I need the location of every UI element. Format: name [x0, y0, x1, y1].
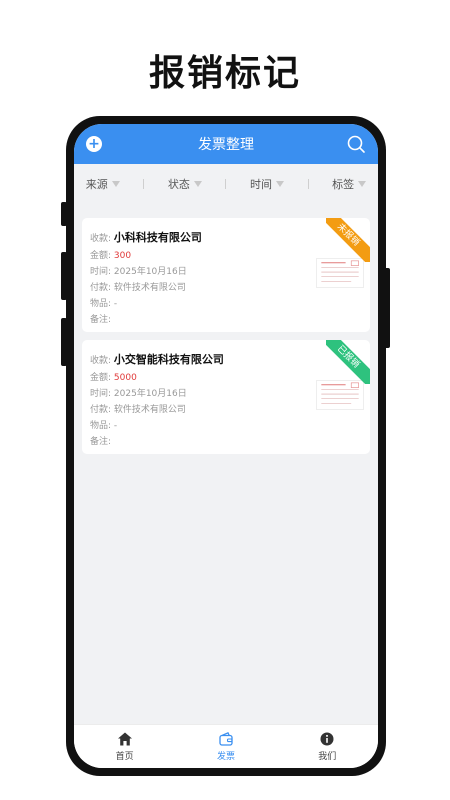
promo-title: 报销标记 [148, 53, 301, 94]
invoice-amount: 金额: 300 [90, 251, 132, 261]
status-ribbon: 未报销 [326, 218, 370, 262]
invoice-thumbnail[interactable] [316, 380, 364, 410]
triangle-down-icon [276, 181, 285, 187]
invoice-payee: 收款: 小科科技有限公司 [90, 231, 202, 244]
tab-invoice[interactable]: 发票 [186, 731, 266, 762]
invoice-card[interactable]: 收款: 小交智能科技有限公司 金额: 5000 时间: 2025年10月16日 … [82, 340, 370, 454]
tab-label: 我们 [318, 752, 337, 762]
status-badge: 未报销 [326, 218, 370, 262]
tab-label: 首页 [115, 752, 134, 762]
app-header: + 发票整理 [74, 124, 378, 164]
invoice-amount: 金额: 5000 [90, 373, 137, 383]
phone-frame: + 发票整理 来源 状态 时间 标签 收款: 小科科技有限公司 金额: 300 … [66, 116, 386, 776]
status-badge: 已报销 [326, 340, 370, 384]
tab-label: 发票 [216, 752, 235, 762]
filter-label: 时间 [250, 178, 273, 191]
filter-label: 状态 [167, 178, 190, 191]
triangle-down-icon [358, 181, 367, 187]
invoice-time: 时间: 2025年10月16日 [90, 267, 187, 277]
invoice-payee: 收款: 小交智能科技有限公司 [90, 353, 224, 366]
filter-label: 标签 [332, 178, 355, 191]
invoice-note: 备注: [90, 437, 112, 447]
tab-home[interactable]: 首页 [85, 731, 165, 762]
bottom-tab-bar: 首页 发票 我们 [74, 724, 378, 768]
filter-source[interactable]: 来源 [86, 176, 120, 192]
filter-tag[interactable]: 标签 [332, 176, 367, 192]
invoice-goods: 物品: - [90, 299, 118, 309]
invoice-card[interactable]: 收款: 小科科技有限公司 金额: 300 时间: 2025年10月16日 付款:… [82, 218, 370, 332]
tab-about[interactable]: 我们 [287, 731, 367, 762]
triangle-down-icon [111, 181, 120, 187]
invoice-payer: 付款: 软件技术有限公司 [90, 405, 186, 415]
status-ribbon: 已报销 [326, 340, 370, 384]
invoice-payer: 付款: 软件技术有限公司 [90, 283, 186, 293]
app-screen: + 发票整理 来源 状态 时间 标签 收款: 小科科技有限公司 金额: 300 … [74, 124, 378, 768]
wallet-icon [219, 731, 233, 746]
invoice-goods: 物品: - [90, 421, 118, 431]
filter-time[interactable]: 时间 [250, 176, 285, 192]
info-icon [320, 732, 334, 746]
filter-status[interactable]: 状态 [168, 176, 202, 192]
invoice-thumbnail[interactable] [316, 258, 364, 288]
divider [307, 179, 309, 189]
divider [143, 179, 145, 189]
home-icon [117, 732, 132, 746]
filter-label: 来源 [85, 178, 108, 191]
triangle-down-icon [193, 181, 202, 187]
search-icon[interactable] [346, 134, 366, 154]
page-title: 发票整理 [198, 137, 254, 153]
invoice-time: 时间: 2025年10月16日 [90, 389, 187, 399]
divider [225, 179, 227, 189]
invoice-note: 备注: [90, 315, 112, 325]
filter-bar: 来源 状态 时间 标签 [74, 172, 378, 196]
